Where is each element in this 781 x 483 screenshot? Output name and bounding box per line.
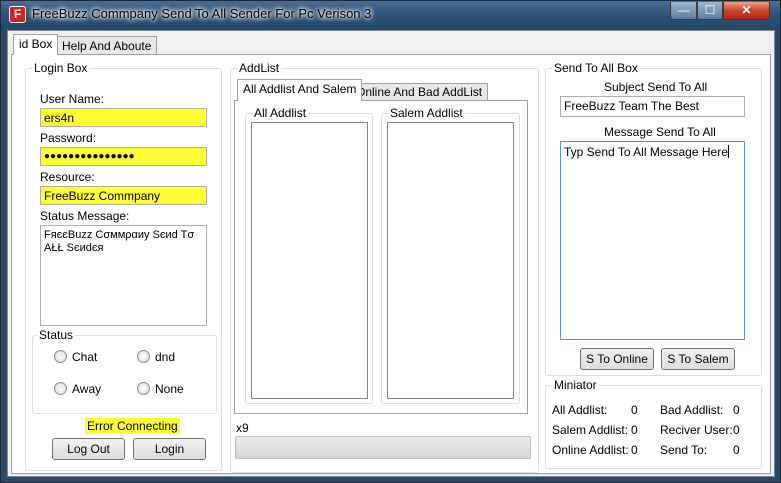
resource-label: Resource: [40, 170, 95, 184]
progress-label: x9 [236, 421, 249, 435]
password-field[interactable]: ●●●●●●●●●●●●●●● [40, 147, 207, 166]
receiver-user-count: 0 [733, 423, 740, 437]
all-addlist-listbox[interactable] [251, 122, 368, 399]
online-addlist-count: 0 [631, 443, 638, 457]
status-group-title: Status [37, 328, 76, 342]
client-area: id Box Help And Aboute Login Box User Na… [7, 30, 775, 477]
all-addlist-title: All Addlist [252, 106, 309, 120]
all-addlist-count-label: All Addlist: [552, 403, 608, 417]
maximize-button[interactable]: ☐ [697, 2, 723, 20]
tab-page-main: Login Box User Name: ers4n Password: ●●●… [11, 54, 771, 474]
salem-addlist-listbox[interactable] [387, 122, 514, 399]
minimize-button[interactable]: — [670, 2, 697, 20]
online-addlist-count-label: Online Addlist: [552, 443, 629, 457]
resource-field[interactable]: FreeBuzz Commpany [40, 186, 207, 205]
message-text: Typ Send To All Message Here [564, 145, 728, 159]
radio-none-label[interactable]: None [155, 382, 184, 396]
salem-addlist-title: Salem Addlist [388, 106, 465, 120]
progress-bar [235, 436, 531, 459]
subject-label: Subject Send To All [604, 80, 708, 94]
miniator-title: Miniator [552, 378, 599, 392]
status-message-label: Status Message: [40, 209, 130, 223]
send-to-count-label: Send To: [660, 443, 708, 457]
username-field[interactable]: ers4n [40, 108, 207, 127]
login-button[interactable]: Login [133, 438, 206, 460]
window-title: FreeBuzz Commpany Send To All Sender For… [32, 6, 372, 21]
status-group: Status [32, 328, 217, 414]
connection-status-text: Error Connecting [85, 418, 180, 434]
all-addlist-count: 0 [631, 403, 638, 417]
app-window: F FreeBuzz Commpany Send To All Sender F… [0, 0, 781, 483]
send-to-online-button[interactable]: S To Online [580, 348, 654, 370]
addlist-title: AddList [237, 61, 282, 75]
bad-addlist-count-label: Bad Addlist: [660, 403, 724, 417]
radio-chat-label[interactable]: Chat [72, 350, 97, 364]
send-to-count: 0 [733, 443, 740, 457]
title-bar[interactable]: F FreeBuzz Commpany Send To All Sender F… [1, 1, 780, 27]
username-label: User Name: [40, 92, 105, 106]
app-logo-icon: F [9, 6, 26, 23]
close-button[interactable]: ✕ [723, 2, 770, 20]
message-label: Message Send To All [604, 125, 716, 139]
tab-id-box[interactable]: id Box [13, 34, 59, 55]
radio-dnd[interactable] [137, 350, 150, 363]
bad-addlist-count: 0 [733, 403, 740, 417]
radio-away[interactable] [54, 382, 67, 395]
salem-addlist-count-label: Salem Addlist: [552, 423, 629, 437]
text-caret [727, 145, 729, 158]
message-textarea[interactable]: Typ Send To All Message Here [560, 141, 745, 340]
send-to-salem-button[interactable]: S To Salem [661, 348, 735, 370]
tab-help-and-about[interactable]: Help And Aboute [56, 36, 158, 56]
radio-none[interactable] [137, 382, 150, 395]
password-label: Password: [40, 131, 97, 145]
subject-input[interactable]: FreeBuzz Team The Best [560, 96, 745, 117]
radio-dnd-label[interactable]: dnd [155, 350, 175, 364]
send-to-all-title: Send To All Box [552, 61, 640, 75]
radio-chat[interactable] [54, 350, 67, 363]
receiver-user-count-label: Reciver User: [660, 423, 733, 437]
radio-away-label[interactable]: Away [72, 382, 101, 396]
login-box-title: Login Box [32, 61, 90, 75]
tab-online-and-bad-addlist[interactable]: Online And Bad AddList [350, 83, 489, 101]
status-message-textarea[interactable]: FяєєBuzz Cσммραиу Sєиd Tσ ΑŁŁ Sєиdєя [40, 225, 207, 326]
salem-addlist-count: 0 [631, 423, 638, 437]
tab-all-addlist-and-salem[interactable]: All Addlist And Salem [237, 79, 363, 101]
logout-button[interactable]: Log Out [52, 438, 125, 460]
